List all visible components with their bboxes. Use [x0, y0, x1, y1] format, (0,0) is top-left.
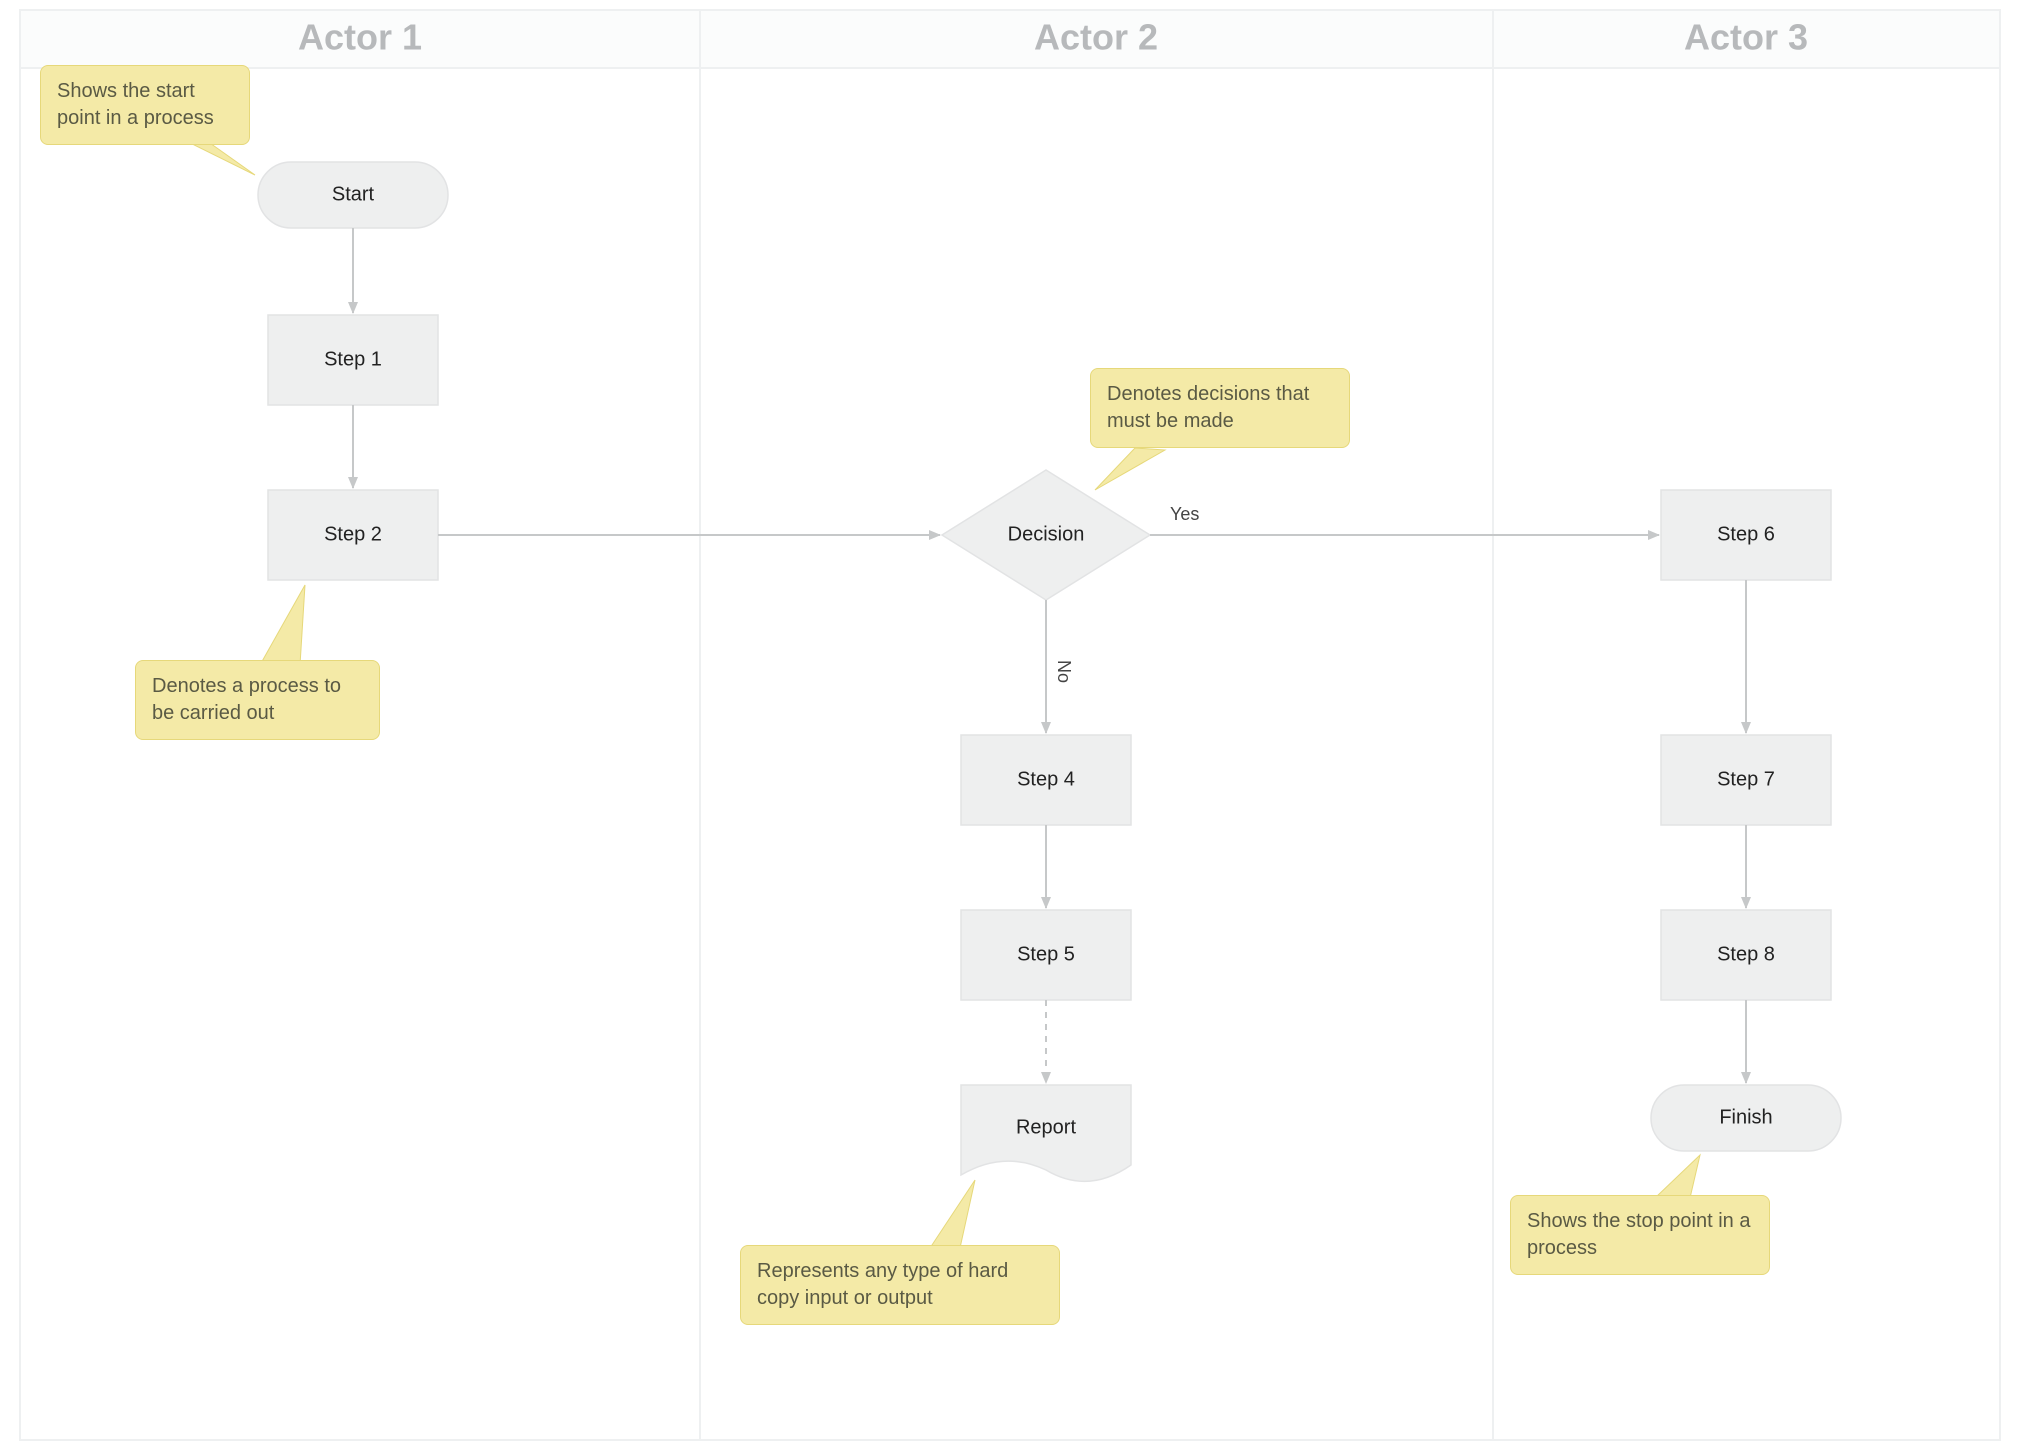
- node-step4-label: Step 4: [1017, 768, 1075, 790]
- node-step5-label: Step 5: [1017, 943, 1075, 965]
- node-step2[interactable]: Step 2: [268, 490, 438, 580]
- node-step6-label: Step 6: [1717, 523, 1775, 545]
- node-step6[interactable]: Step 6: [1661, 490, 1831, 580]
- node-step2-label: Step 2: [324, 523, 382, 545]
- callout-decision: Denotes decisions that must be made: [1090, 368, 1350, 448]
- node-report-label: Report: [1016, 1116, 1076, 1138]
- callout-decision-tail: [1095, 448, 1165, 490]
- node-step1[interactable]: Step 1: [268, 315, 438, 405]
- callout-finish: Shows the stop point in a process: [1510, 1195, 1770, 1275]
- callout-document: Represents any type of hard copy input o…: [740, 1245, 1060, 1325]
- node-step4[interactable]: Step 4: [961, 735, 1131, 825]
- callout-start: Shows the start point in a process: [40, 65, 250, 145]
- node-decision[interactable]: Decision: [942, 470, 1150, 600]
- lane-title-1: Actor 1: [298, 17, 422, 58]
- edge-label-no: No: [1054, 660, 1074, 683]
- node-step8[interactable]: Step 8: [1661, 910, 1831, 1000]
- node-start[interactable]: Start: [258, 162, 448, 228]
- node-start-label: Start: [332, 183, 375, 205]
- node-step7-label: Step 7: [1717, 768, 1775, 790]
- callout-finish-tail: [1655, 1155, 1700, 1198]
- lane-title-3: Actor 3: [1684, 17, 1808, 58]
- diagram-canvas: Actor 1 Actor 2 Actor 3 Start Step 1 Ste…: [0, 0, 2020, 1450]
- callout-document-tail: [930, 1180, 975, 1248]
- node-report[interactable]: Report: [961, 1085, 1131, 1181]
- node-step1-label: Step 1: [324, 348, 382, 370]
- node-step8-label: Step 8: [1717, 943, 1775, 965]
- lane-title-2: Actor 2: [1034, 17, 1158, 58]
- callout-process: Denotes a process to be carried out: [135, 660, 380, 740]
- node-decision-label: Decision: [1008, 523, 1085, 545]
- node-step7[interactable]: Step 7: [1661, 735, 1831, 825]
- node-step5[interactable]: Step 5: [961, 910, 1131, 1000]
- node-finish-label: Finish: [1719, 1106, 1772, 1128]
- callout-process-tail: [260, 585, 305, 665]
- edge-label-yes: Yes: [1170, 504, 1199, 524]
- node-finish[interactable]: Finish: [1651, 1085, 1841, 1151]
